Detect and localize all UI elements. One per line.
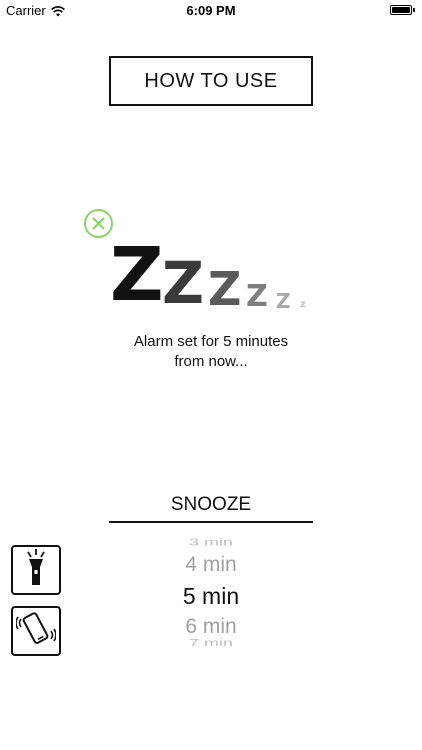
how-to-use-label: HOW TO USE [144, 69, 278, 92]
zzz-letter: z [300, 299, 306, 310]
vibrate-button[interactable] [11, 606, 61, 656]
snooze-divider [109, 521, 313, 523]
zzz-letter: Z [110, 232, 164, 318]
flashlight-button[interactable] [11, 545, 61, 595]
alarm-message-line1: Alarm set for 5 minutes [133, 333, 289, 350]
snooze-duration-picker[interactable]: 3 min 4 min 5 min 6 min 7 min [109, 529, 313, 658]
how-to-use-button[interactable]: HOW TO USE [109, 56, 313, 106]
alarm-status-message: Alarm set for 5 minutes from now... [100, 332, 322, 372]
zzz-letter: Z [246, 279, 268, 314]
picker-option[interactable]: 3 min [109, 536, 313, 548]
zzz-letter: Z [276, 289, 291, 313]
picker-option[interactable]: 7 min [109, 637, 313, 649]
picker-option[interactable]: 6 min [109, 615, 313, 639]
status-time: 6:09 PM [186, 3, 236, 18]
battery-tip [413, 8, 415, 12]
status-bar: Carrier 6:09 PM [0, 0, 422, 22]
sleeping-zzz-graphic: Z Z Z Z Z z [110, 232, 320, 318]
picker-option-selected[interactable]: 5 min [109, 583, 313, 610]
vibrate-phone-icon [15, 609, 57, 654]
alarm-message-line2: from now... [174, 353, 248, 370]
zzz-letter: Z [162, 249, 205, 317]
picker-option[interactable]: 4 min [109, 553, 313, 577]
snooze-title: SNOOZE [170, 494, 252, 515]
zzz-letter: Z [208, 262, 242, 316]
battery-full-icon [390, 5, 412, 15]
flashlight-icon [19, 548, 53, 593]
